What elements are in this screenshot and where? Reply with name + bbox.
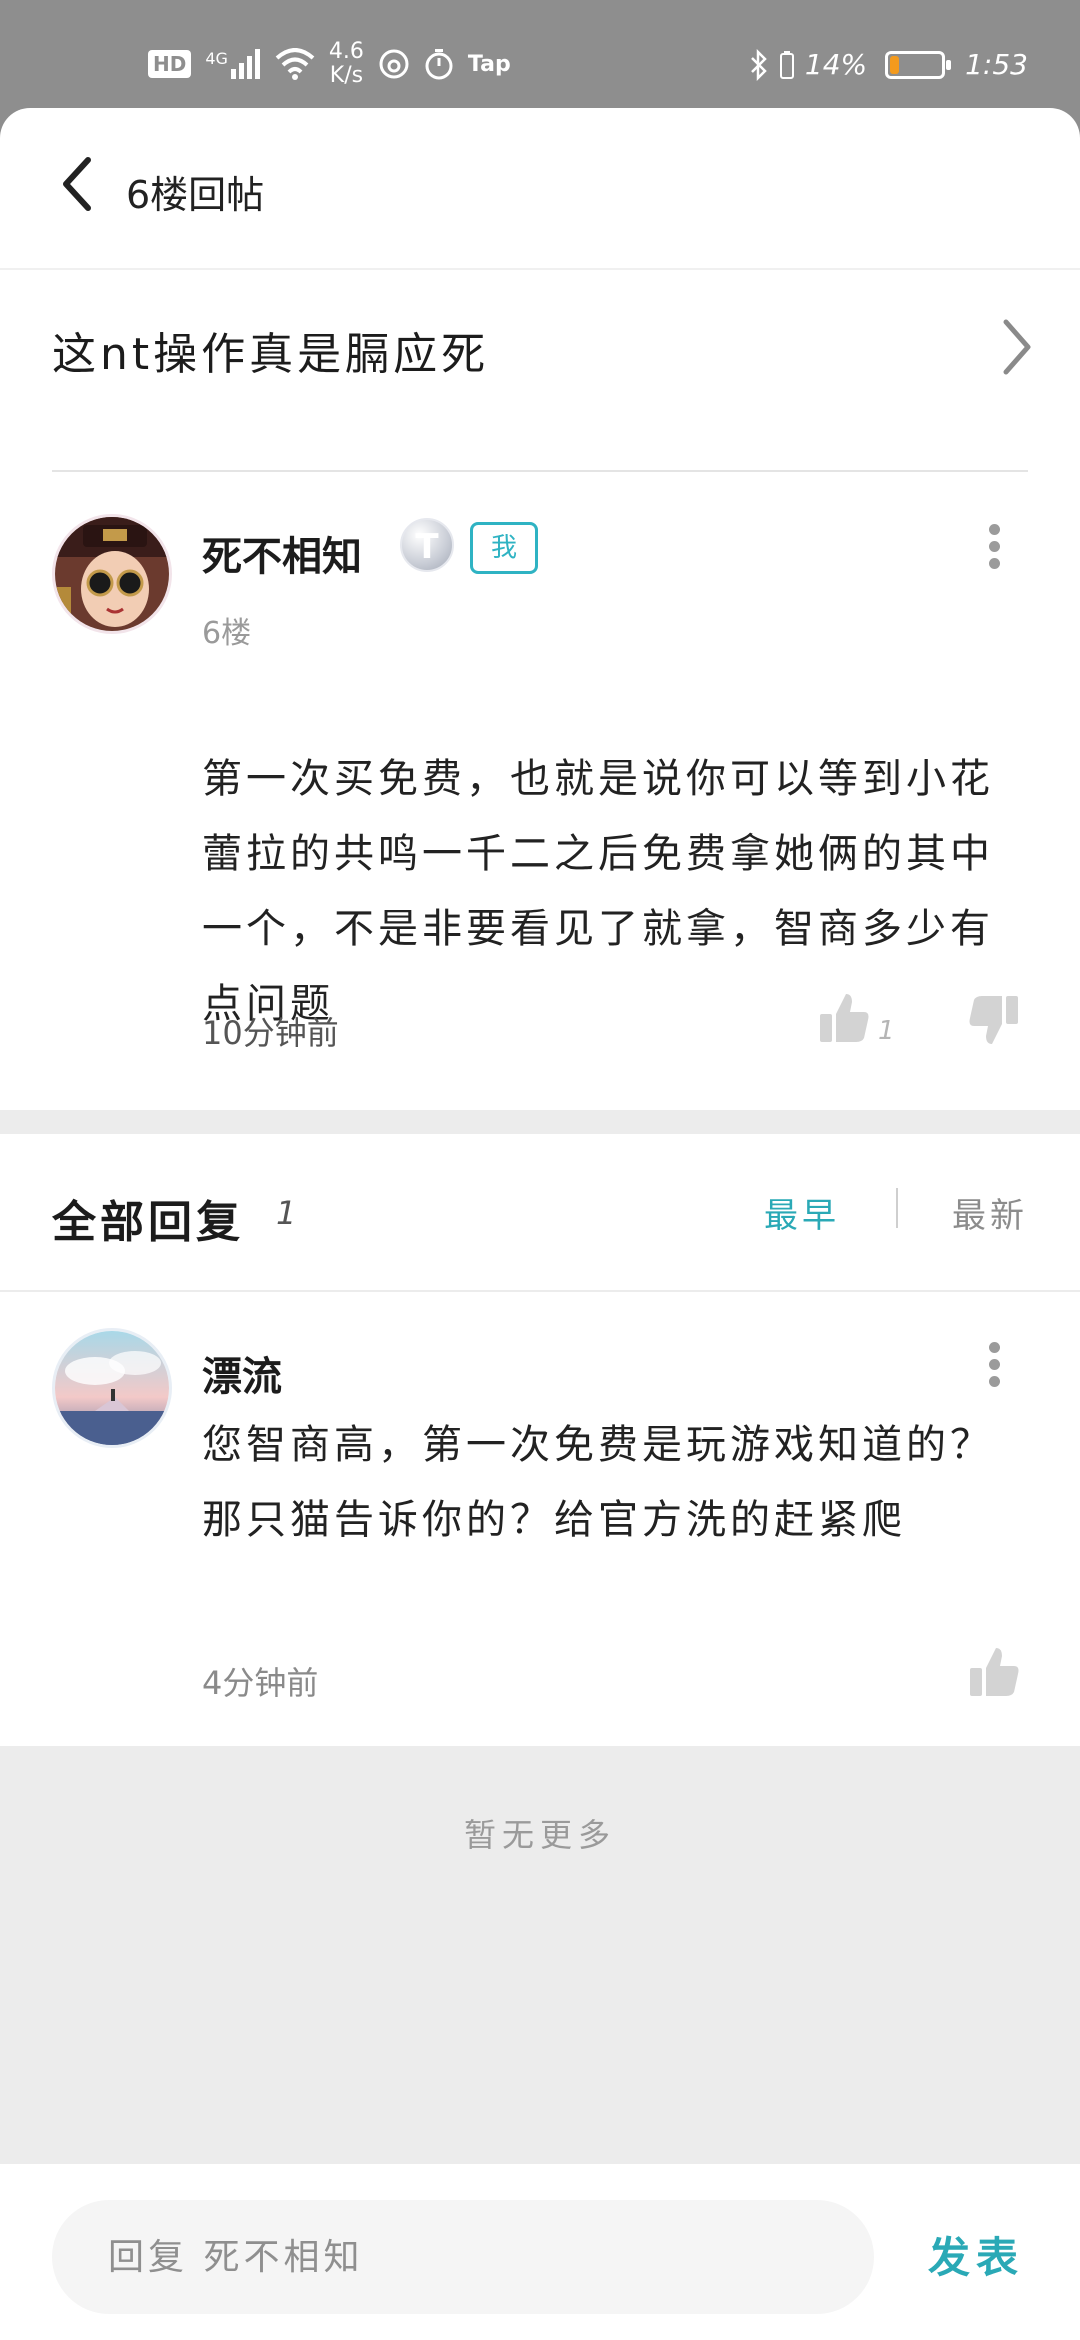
original-post-link[interactable]: 这nt操作真是膈应死 — [0, 272, 1080, 422]
battery-percent: 14% — [804, 48, 868, 81]
avatar-image — [55, 517, 169, 631]
hd-icon: HD — [148, 50, 192, 78]
more-dot-icon — [988, 524, 1000, 535]
taptap-icon: Tap — [467, 51, 511, 77]
screen: HD 4G 4.6 K/s Tap 14% 1:53 6楼回帖 这nt操作真是膈… — [0, 0, 1080, 2340]
sort-earliest-tab[interactable]: 最早 — [764, 1188, 840, 1237]
reply-avatar-image — [55, 1331, 169, 1445]
like-count: 1 — [878, 1016, 895, 1046]
me-badge: 我 — [470, 522, 538, 574]
network-speed: 4.6 K/s — [328, 39, 364, 88]
status-bar: HD 4G 4.6 K/s Tap 14% 1:53 — [0, 0, 1080, 110]
reply-sheet: 6楼回帖 这nt操作真是膈应死 死不相知 T 我 6楼 第一次买免费，也就是说你… — [0, 108, 1080, 2340]
battery-fill — [890, 55, 900, 74]
bluetooth-icon — [750, 48, 767, 81]
battery-saver-icon — [779, 50, 794, 79]
replies-count: 1 — [276, 1194, 297, 1232]
avatar[interactable] — [52, 514, 172, 634]
clock: 1:53 — [965, 48, 1028, 81]
back-button[interactable] — [58, 154, 118, 226]
reply-bar: 发表 — [0, 2164, 1080, 2340]
status-bar-left: HD 4G 4.6 K/s Tap — [148, 40, 511, 88]
header: 6楼回帖 — [0, 108, 1080, 270]
page-title: 6楼回帖 — [126, 173, 265, 217]
thumbs-up-icon — [820, 994, 869, 1042]
divider — [52, 470, 1028, 472]
replies-header: 全部回复 1 最早 最新 — [0, 1134, 1080, 1292]
reply-like-button[interactable] — [966, 1644, 1022, 1704]
reply-time: 4分钟前 — [202, 1664, 319, 1702]
reply-avatar[interactable] — [52, 1328, 172, 1448]
post-time: 10分钟前 — [202, 1014, 339, 1052]
list-end-area: 暂无更多 — [0, 1746, 1080, 2164]
no-more-label: 暂无更多 — [463, 1816, 616, 1854]
chevron-left-icon — [63, 157, 91, 211]
netease-music-icon — [379, 49, 409, 79]
dislike-button[interactable] — [966, 992, 1022, 1052]
floor-number: 6楼 — [202, 616, 252, 651]
reply-username[interactable]: 漂流 — [202, 1344, 282, 1402]
sort-divider — [896, 1188, 898, 1228]
status-bar-right: 14% 1:53 — [749, 48, 1028, 81]
wifi-icon — [275, 48, 315, 80]
signal-icon: 4G — [205, 49, 261, 79]
replies-title: 全部回复 — [52, 1197, 244, 1248]
battery-icon — [885, 50, 952, 79]
more-dot-icon — [988, 1342, 1000, 1353]
username[interactable]: 死不相知 — [202, 524, 362, 582]
post-title: 这nt操作真是膈应死 — [52, 329, 490, 380]
reply-content: 您智商高，第一次免费是玩游戏知道的？那只猫告诉你的？给官方洗的赶紧爬 — [202, 1422, 994, 1543]
thumbs-up-icon — [970, 1648, 1019, 1696]
chevron-right-icon — [1003, 319, 1031, 375]
post-content: 第一次买免费，也就是说你可以等到小花蕾拉的共鸣一千二之后免费拿她俩的其中一个，不… — [202, 756, 994, 1027]
send-button[interactable]: 发表 — [928, 2224, 1024, 2285]
reply-more-options-button[interactable] — [974, 1336, 1014, 1396]
level-badge-icon: T — [400, 518, 454, 572]
section-separator — [0, 1110, 1080, 1134]
sort-latest-tab[interactable]: 最新 — [952, 1188, 1028, 1237]
like-button[interactable]: 1 — [816, 990, 895, 1046]
more-options-button[interactable] — [974, 518, 1014, 578]
thumbs-down-icon — [969, 996, 1018, 1044]
reply-input[interactable] — [52, 2200, 874, 2314]
stopwatch-icon — [425, 49, 453, 80]
